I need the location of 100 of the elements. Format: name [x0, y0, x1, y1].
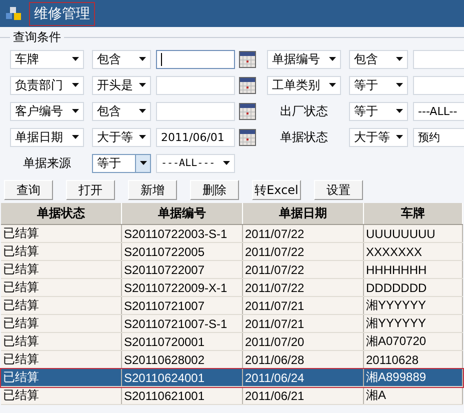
caret-icon: [396, 109, 403, 113]
value-dropdown[interactable]: ---ALL---: [156, 154, 235, 172]
value-field[interactable]: 预约: [413, 128, 464, 146]
field-dropdown[interactable]: 车牌: [10, 50, 84, 68]
column-header[interactable]: 单据日期: [242, 203, 364, 224]
toolbar-button[interactable]: 删除: [190, 180, 239, 200]
group-legend: 查询条件: [10, 29, 64, 46]
table-cell: 2011/06/28: [242, 350, 364, 368]
calendar-icon[interactable]: [239, 102, 256, 120]
table-row[interactable]: 已结算 S20110722007 2011/07/22 HHHHHHH: [1, 260, 462, 278]
table-cell: 2011/07/22: [242, 242, 364, 260]
caret-icon: [72, 135, 79, 139]
field-dropdown[interactable]: 负责部门: [10, 76, 84, 94]
table-cell: 已结算: [1, 260, 122, 278]
toolbar-button[interactable]: 新增: [128, 180, 177, 200]
table-cell: XXXXXXX: [364, 242, 462, 260]
table-cell: 湘A070720: [364, 332, 462, 350]
operator-dropdown[interactable]: 开头是: [92, 76, 151, 94]
operator-dropdown[interactable]: 等于: [92, 154, 151, 172]
caret-icon: [329, 83, 336, 87]
caret-icon: [396, 83, 403, 87]
table-cell: 湘A899889: [364, 368, 462, 386]
field-label: 单据来源: [22, 154, 72, 172]
table-cell: S20110722009-X-1: [122, 278, 242, 296]
operator-dropdown[interactable]: 包含: [92, 102, 151, 120]
value-field[interactable]: [156, 50, 235, 68]
table-row[interactable]: 已结算 S20110628002 2011/06/28 20110628: [1, 350, 462, 368]
operator-dropdown[interactable]: 包含: [349, 50, 408, 68]
table-cell: 已结算: [1, 368, 122, 386]
caret-icon: [396, 135, 403, 139]
table-cell: 已结算: [1, 314, 122, 332]
operator-dropdown[interactable]: 大于等: [349, 128, 408, 146]
toolbar-button[interactable]: 设置: [314, 180, 363, 200]
operator-dropdown[interactable]: 大于等: [92, 128, 151, 146]
field-dropdown[interactable]: 单据日期: [10, 128, 84, 146]
table-cell: 2011/07/21: [242, 296, 364, 314]
toolbar-button[interactable]: 查询: [4, 180, 53, 200]
table-cell: S20110721007-S-1: [122, 314, 242, 332]
caret-icon: [139, 135, 146, 139]
column-header[interactable]: 单据状态: [1, 203, 122, 224]
table-cell: S20110628002: [122, 350, 242, 368]
table-cell: S20110722003-S-1: [122, 224, 242, 242]
field-dropdown[interactable]: 单据编号: [267, 50, 341, 68]
table-cell: S20110721007: [122, 296, 242, 314]
table-cell: 2011/07/20: [242, 332, 364, 350]
toolbar-button[interactable]: 转Excel: [252, 180, 301, 200]
field-label: 单据状态: [279, 128, 329, 146]
table-row[interactable]: 已结算 S20110621001 2011/06/21 湘A: [1, 386, 462, 404]
table-cell: S20110624001: [122, 368, 242, 386]
app-icon: [6, 6, 22, 20]
table-row[interactable]: 已结算 S20110721007 2011/07/21 湘YYYYYY: [1, 296, 462, 314]
table-row[interactable]: 已结算 S20110721007-S-1 2011/07/21 湘YYYYYY: [1, 314, 462, 332]
table-cell: 已结算: [1, 350, 122, 368]
column-header[interactable]: 车牌: [364, 203, 462, 224]
table-cell: 已结算: [1, 242, 122, 260]
table-cell: 20110628: [364, 350, 462, 368]
table-cell: 2011/07/22: [242, 278, 364, 296]
calendar-icon[interactable]: [239, 128, 256, 146]
value-field[interactable]: ---ALL--: [413, 102, 464, 120]
calendar-icon[interactable]: [239, 50, 256, 68]
operator-dropdown[interactable]: 等于: [349, 76, 408, 94]
caret-icon: [329, 57, 336, 61]
table-row[interactable]: 已结算 S20110722009-X-1 2011/07/22 DDDDDDD: [1, 278, 462, 296]
table-cell: 湘YYYYYY: [364, 314, 462, 332]
table-cell: S20110722005: [122, 242, 242, 260]
table-cell: 已结算: [1, 278, 122, 296]
caret-icon: [72, 57, 79, 61]
field-label: 出厂状态: [279, 102, 329, 120]
table-row[interactable]: 已结算 S20110720001 2011/07/20 湘A070720: [1, 332, 462, 350]
table-row[interactable]: 已结算 S20110624001 2011/06/24 湘A899889: [1, 368, 462, 386]
table-cell: S20110720001: [122, 332, 242, 350]
table-cell: 已结算: [1, 332, 122, 350]
field-dropdown[interactable]: 工单类别: [267, 76, 341, 94]
value-field[interactable]: 2011/06/01: [156, 128, 235, 146]
caret-icon: [139, 57, 146, 61]
caret-icon: [139, 83, 146, 87]
caret-icon: [72, 109, 79, 113]
caret-icon: [396, 57, 403, 61]
caret-icon: [139, 109, 146, 113]
caret-icon: [223, 161, 230, 165]
table-cell: S20110722007: [122, 260, 242, 278]
window-title: 维修管理: [30, 2, 94, 24]
table-cell: 已结算: [1, 224, 122, 242]
field-dropdown[interactable]: 客户编号: [10, 102, 84, 120]
table-cell: HHHHHHH: [364, 260, 462, 278]
caret-icon: [140, 161, 146, 165]
table-row[interactable]: 已结算 S20110722003-S-1 2011/07/22 UUUUUUUU: [1, 224, 462, 242]
operator-dropdown[interactable]: 等于: [349, 102, 408, 120]
table-cell: 2011/07/22: [242, 260, 364, 278]
calendar-icon[interactable]: [239, 76, 256, 94]
table-cell: 已结算: [1, 296, 122, 314]
column-header[interactable]: 单据编号: [122, 203, 242, 224]
table-cell: 2011/06/24: [242, 368, 364, 386]
table-row[interactable]: 已结算 S20110722005 2011/07/22 XXXXXXX: [1, 242, 462, 260]
table-cell: 2011/07/21: [242, 314, 364, 332]
operator-dropdown[interactable]: 包含: [92, 50, 151, 68]
table-cell: 2011/07/22: [242, 224, 364, 242]
caret-icon: [72, 83, 79, 87]
toolbar-button[interactable]: 打开: [66, 180, 115, 200]
table-cell: DDDDDDD: [364, 278, 462, 296]
